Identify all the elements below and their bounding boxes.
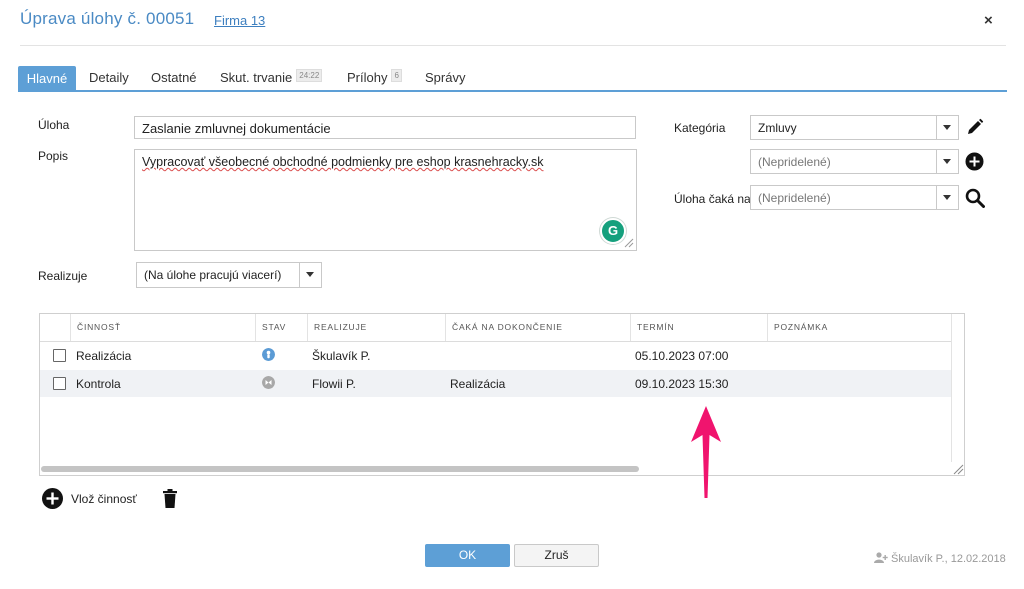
- row-checkbox[interactable]: [53, 377, 66, 390]
- tab-messages[interactable]: Správy: [425, 70, 465, 85]
- tab-actual-duration-label: Skut. trvanie: [220, 70, 293, 85]
- pencil-icon[interactable]: [966, 118, 984, 136]
- tab-main[interactable]: Hlavné: [18, 66, 76, 91]
- add-activity-label: Vlož činnosť: [71, 491, 137, 506]
- status-waiting-icon: [262, 376, 275, 389]
- grid-resize-handle-icon[interactable]: [951, 462, 964, 475]
- deadline-cell: 09.10.2023 15:30: [635, 377, 729, 391]
- attachments-count-badge: 6: [391, 69, 402, 82]
- task-label: Úloha: [38, 118, 70, 132]
- activities-grid: ČINNOSŤ STAV REALIZUJE ČAKÁ NA DOKONČENI…: [39, 313, 965, 476]
- company-link[interactable]: Firma 13: [214, 13, 265, 28]
- task-name-input[interactable]: Zaslanie zmluvnej dokumentácie: [134, 116, 636, 139]
- tab-underline: [18, 90, 1007, 92]
- col-note[interactable]: POZNÁMKA: [767, 314, 951, 341]
- footer-author-text: Škulavík P., 12.02.2018: [891, 553, 1006, 565]
- chevron-down-icon[interactable]: [936, 150, 958, 173]
- horizontal-scrollbar[interactable]: [41, 466, 639, 472]
- grid-header: ČINNOSŤ STAV REALIZUJE ČAKÁ NA DOKONČENI…: [40, 314, 951, 342]
- table-row[interactable]: Realizácia Škulavík P. 05.10.2023 07:00: [40, 342, 951, 369]
- vertical-scrollbar[interactable]: [951, 314, 965, 462]
- subcategory-select[interactable]: (Nepridelené): [750, 149, 959, 174]
- realizes-label: Realizuje: [38, 269, 88, 283]
- realizes-value: (Na úlohe pracujú viacerí): [144, 268, 282, 282]
- row-checkbox[interactable]: [53, 349, 66, 362]
- tab-other[interactable]: Ostatné: [151, 70, 197, 85]
- tab-details[interactable]: Detaily: [89, 70, 129, 85]
- col-activity[interactable]: ČINNOSŤ: [70, 314, 255, 341]
- waits-for-cell: Realizácia: [450, 377, 506, 391]
- footer-author: Škulavík P., 12.02.2018: [874, 552, 1006, 565]
- category-select[interactable]: Zmluvy: [750, 115, 959, 140]
- search-icon[interactable]: [965, 188, 985, 208]
- header-divider: [20, 45, 1006, 46]
- col-status[interactable]: STAV: [255, 314, 307, 341]
- chevron-down-icon[interactable]: [299, 263, 321, 287]
- dialog-title: Úprava úlohy č. 00051: [20, 9, 195, 28]
- plus-circle-icon[interactable]: [965, 152, 984, 171]
- waits-for-value: (Nepridelené): [758, 191, 831, 205]
- deadline-cell: 05.10.2023 07:00: [635, 349, 729, 363]
- waits-for-label: Úloha čaká na: [674, 192, 751, 206]
- category-label: Kategória: [674, 121, 726, 135]
- table-row[interactable]: Kontrola Flowii P. Realizácia 09.10.2023…: [40, 370, 951, 397]
- activity-cell: Realizácia: [76, 349, 132, 363]
- col-deadline[interactable]: TERMÍN: [630, 314, 767, 341]
- chevron-down-icon[interactable]: [936, 186, 958, 209]
- assignee-cell: Flowii P.: [312, 377, 356, 391]
- tab-actual-duration[interactable]: Skut. trvanie 24:22: [220, 69, 323, 85]
- col-waits-for[interactable]: ČAKÁ NA DOKONČENIE: [445, 314, 630, 341]
- resize-handle-icon[interactable]: [623, 237, 634, 248]
- close-icon[interactable]: ×: [984, 12, 993, 29]
- ok-button[interactable]: OK: [425, 544, 510, 567]
- col-assignee[interactable]: REALIZUJE: [307, 314, 445, 341]
- duration-badge: 24:22: [296, 69, 323, 82]
- assignee-cell: Škulavík P.: [312, 349, 371, 363]
- plus-circle-icon: [42, 488, 63, 509]
- arrow-up-icon: [691, 406, 721, 498]
- description-textarea[interactable]: Vypracovať všeobecné obchodné podmienky …: [134, 149, 637, 251]
- subcategory-value: (Nepridelené): [758, 155, 831, 169]
- activity-cell: Kontrola: [76, 377, 121, 391]
- description-text: Vypracovať všeobecné obchodné podmienky …: [142, 155, 544, 169]
- tab-attachments[interactable]: Prílohy 6: [347, 69, 402, 85]
- realizes-select[interactable]: (Na úlohe pracujú viacerí): [136, 262, 322, 288]
- tab-attachments-label: Prílohy: [347, 70, 388, 85]
- category-value: Zmluvy: [758, 121, 797, 135]
- description-label: Popis: [38, 149, 69, 163]
- trash-icon[interactable]: [163, 489, 177, 508]
- status-in-progress-icon: [262, 348, 275, 361]
- add-activity-button[interactable]: Vlož činnosť: [42, 488, 137, 509]
- cancel-button[interactable]: Zruš: [514, 544, 599, 567]
- user-add-icon: [874, 552, 888, 563]
- waits-for-select[interactable]: (Nepridelené): [750, 185, 959, 210]
- chevron-down-icon[interactable]: [936, 116, 958, 139]
